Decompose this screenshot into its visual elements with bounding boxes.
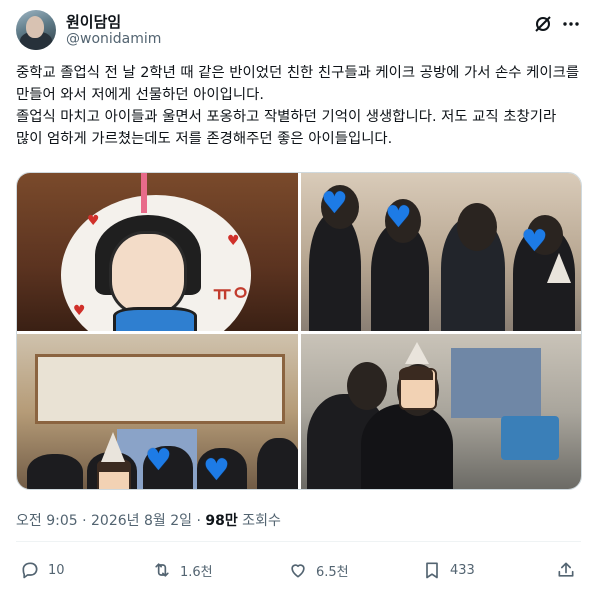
heart-decoration-icon: ♥ xyxy=(73,303,86,319)
meta-separator: · xyxy=(77,513,92,529)
avatar[interactable] xyxy=(16,10,56,50)
party-hat xyxy=(101,432,125,462)
photo-students-group[interactable]: ♥ ♥ ♥ xyxy=(301,173,581,331)
divider xyxy=(16,541,581,542)
blue-heart-icon: ♥ xyxy=(145,443,172,478)
student xyxy=(27,454,83,489)
bookmark-button[interactable]: 433 xyxy=(422,558,475,582)
views-count: 98만 xyxy=(205,513,238,529)
candle xyxy=(141,173,147,213)
blue-heart-icon: ♥ xyxy=(203,453,230,488)
display-name[interactable]: 원이담임 xyxy=(66,11,121,32)
media-grid: ㅠㅇ ♥ ♥ ♥ ♥ ♥ ♥ ♥ ♥ xyxy=(16,172,582,490)
share-button[interactable] xyxy=(556,558,576,582)
reply-count: 10 xyxy=(48,562,65,578)
first-aid-box xyxy=(501,416,559,460)
tweet-meta: 오전 9:05 · 2026년 8월 2일 · 98만 조회수 xyxy=(16,510,281,530)
grok-icon[interactable] xyxy=(533,14,553,34)
tweet-text: 중학교 졸업식 전 날 2학년 때 같은 반이었던 친한 친구들과 케이크 공방… xyxy=(16,65,580,147)
like-count: 6.5천 xyxy=(316,564,349,580)
heart-decoration-icon: ♥ xyxy=(227,233,240,249)
head xyxy=(347,362,387,410)
teacher xyxy=(361,404,453,489)
retweet-count: 1.6천 xyxy=(180,564,213,580)
cake-lettering: ㅠㅇ xyxy=(213,281,250,305)
like-button[interactable]: 6.5천 xyxy=(288,558,349,582)
reply-button[interactable]: 10 xyxy=(20,558,65,582)
blue-heart-icon: ♥ xyxy=(321,186,348,221)
retweet-icon xyxy=(155,563,169,577)
bookmark-count: 433 xyxy=(450,562,475,578)
photo-classroom[interactable]: ♥ ♥ xyxy=(17,334,298,489)
tweet-header: 원이담임 @wonidamim xyxy=(16,10,581,54)
blue-heart-icon: ♥ xyxy=(521,224,548,259)
share-icon xyxy=(558,562,574,577)
party-hat xyxy=(547,253,571,283)
classroom-window xyxy=(35,354,285,424)
student xyxy=(257,438,298,489)
timestamp[interactable]: 오전 9:05 xyxy=(16,513,78,529)
drawn-shirt xyxy=(113,307,197,331)
student xyxy=(309,213,361,331)
board xyxy=(451,348,541,418)
more-icon[interactable] xyxy=(561,14,581,34)
views-label: 조회수 xyxy=(237,513,281,529)
photo-cake[interactable]: ㅠㅇ ♥ ♥ ♥ xyxy=(17,173,298,331)
retweet-button[interactable]: 1.6천 xyxy=(152,558,213,582)
face-emoji-icon xyxy=(97,458,131,489)
drawn-face xyxy=(109,231,187,315)
bookmark-icon xyxy=(426,562,438,579)
action-bar: 10 1.6천 6.5천 433 xyxy=(16,556,581,584)
heart-decoration-icon: ♥ xyxy=(87,213,100,229)
meta-separator: · xyxy=(192,513,206,529)
head xyxy=(457,203,497,251)
blue-heart-icon: ♥ xyxy=(385,200,412,235)
like-icon xyxy=(291,564,305,578)
face-emoji-icon xyxy=(399,366,437,410)
date[interactable]: 2026년 8월 2일 xyxy=(91,513,192,529)
party-hat xyxy=(405,342,429,364)
handle[interactable]: @wonidamim xyxy=(66,31,161,47)
reply-icon xyxy=(22,562,38,579)
photo-teacher[interactable] xyxy=(301,334,581,489)
